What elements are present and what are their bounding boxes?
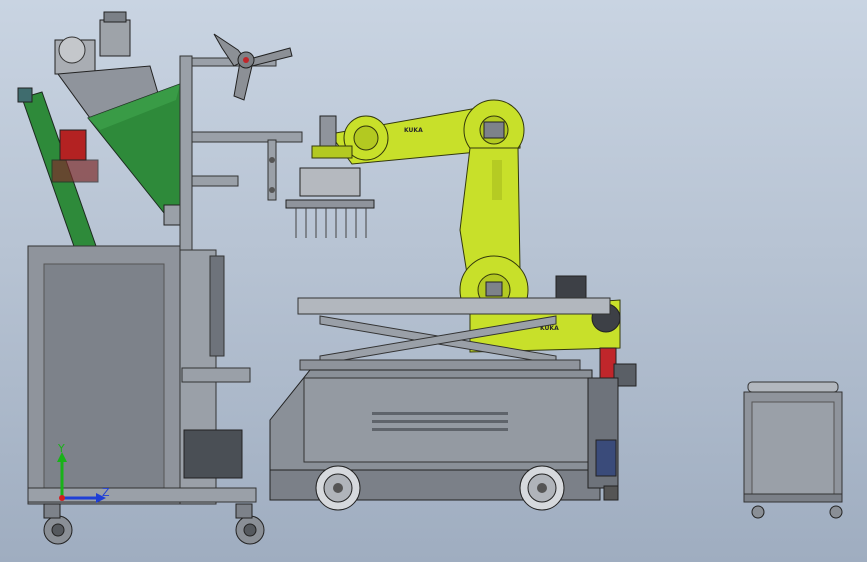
- material-cart: [743, 381, 843, 519]
- multi-pin-gripper: [285, 167, 375, 238]
- star-knob: [213, 33, 293, 101]
- assembly-drawing: KUKA KUKA Y Z: [17, 11, 843, 545]
- machine-casters: [43, 503, 265, 545]
- z-axis-label: Z: [102, 486, 110, 499]
- x-axis-point: [59, 495, 65, 501]
- robot-brand-upper: KUKA: [404, 127, 423, 134]
- agv-vent-slot: [372, 412, 508, 415]
- agv-vent-slot: [372, 420, 508, 423]
- cad-viewport[interactable]: KUKA KUKA Y Z: [0, 0, 867, 562]
- agv-vent-slot: [372, 428, 508, 431]
- y-axis-label: Y: [57, 442, 65, 455]
